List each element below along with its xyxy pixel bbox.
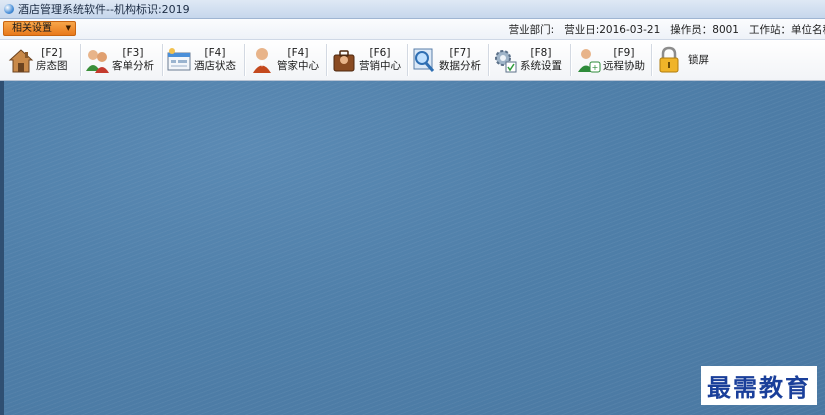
toolbar-divider bbox=[244, 44, 246, 76]
hotel-status-button[interactable]: [F4] 酒店状态 bbox=[166, 42, 236, 78]
workstation: 工作站：单位名称 bbox=[749, 24, 825, 36]
system-settings-label: 系统设置 bbox=[520, 60, 562, 72]
status-info: 营业部门: 营业日:2016-03-21 操作员：8001 工作站：单位名称 bbox=[509, 22, 825, 37]
marketing-center-button[interactable]: [F6] 营销中心 bbox=[331, 42, 401, 78]
marketing-center-label: 营销中心 bbox=[359, 60, 401, 72]
data-analysis-label: 数据分析 bbox=[439, 60, 481, 72]
toolbar-divider bbox=[570, 44, 572, 76]
toolbar-divider bbox=[407, 44, 409, 76]
butler-center-label: 管家中心 bbox=[277, 60, 319, 72]
operator-id: 操作员：8001 bbox=[670, 24, 739, 36]
remote-assist-key: [F9] bbox=[613, 47, 635, 59]
dropdown-arrow-icon: ▼ bbox=[65, 24, 71, 32]
department-label: 营业部门: bbox=[508, 24, 555, 36]
remote-assist-label: 远程协助 bbox=[603, 60, 645, 72]
toolbar-divider bbox=[80, 44, 82, 76]
hotel-status-key: [F4] bbox=[204, 47, 226, 59]
customer-analysis-button[interactable]: [F3] 客单分析 bbox=[84, 42, 154, 78]
gear-icon bbox=[495, 50, 517, 73]
remote-assist-icon: + bbox=[578, 49, 601, 73]
toolbar-divider bbox=[488, 44, 490, 76]
remote-assist-button[interactable]: + [F9] 远程协助 bbox=[575, 42, 645, 78]
butler-center-button[interactable]: [F4] 管家中心 bbox=[249, 42, 319, 78]
related-settings-label: 相关设置 bbox=[12, 23, 52, 34]
lock-screen-label: 锁屏 bbox=[688, 53, 709, 66]
toolbar-divider bbox=[651, 44, 653, 76]
room-status-key: [F2] bbox=[41, 47, 63, 59]
related-settings-button[interactable]: 相关设置 ▼ bbox=[3, 21, 76, 36]
business-date: 营业日:2016-03-21 bbox=[564, 24, 661, 36]
customer-analysis-label: 客单分析 bbox=[112, 60, 154, 72]
magnifier-icon bbox=[413, 48, 435, 72]
marketing-icon bbox=[333, 50, 355, 72]
toolbar-divider bbox=[162, 44, 164, 76]
app-icon bbox=[4, 4, 14, 14]
hotel-status-label: 酒店状态 bbox=[194, 60, 236, 72]
customer-analysis-key: [F3] bbox=[122, 47, 144, 59]
customers-icon bbox=[86, 50, 109, 73]
house-icon bbox=[8, 49, 34, 73]
toolbar-divider bbox=[326, 44, 328, 76]
main-workspace: 最需教育 bbox=[0, 81, 825, 415]
window-title: 酒店管理系统软件--机构标识:2019 bbox=[18, 3, 190, 16]
title-bar: 酒店管理系统软件--机构标识:2019 bbox=[0, 0, 825, 19]
system-settings-key: [F8] bbox=[530, 47, 552, 59]
lock-screen-button[interactable]: 锁屏 bbox=[656, 42, 709, 78]
svg-text:+: + bbox=[592, 63, 599, 72]
marketing-center-key: [F6] bbox=[369, 47, 391, 59]
lock-icon bbox=[659, 46, 679, 73]
toolbar: [F2] 房态图 [F3] 客单分析 [F4] 酒店状态 [F4] 管家中心 [… bbox=[0, 40, 825, 81]
system-settings-button[interactable]: [F8] 系统设置 bbox=[492, 42, 562, 78]
butler-center-key: [F4] bbox=[287, 47, 309, 59]
data-analysis-button[interactable]: [F7] 数据分析 bbox=[411, 42, 481, 78]
data-analysis-key: [F7] bbox=[449, 47, 471, 59]
butler-icon bbox=[253, 48, 271, 73]
menu-bar: 相关设置 ▼ 营业部门: 营业日:2016-03-21 操作员：8001 工作站… bbox=[0, 19, 825, 40]
hotel-status-icon bbox=[167, 48, 191, 71]
watermark-logo: 最需教育 bbox=[701, 366, 817, 405]
room-status-button[interactable]: [F2] 房态图 bbox=[8, 42, 68, 78]
room-status-label: 房态图 bbox=[36, 60, 68, 72]
